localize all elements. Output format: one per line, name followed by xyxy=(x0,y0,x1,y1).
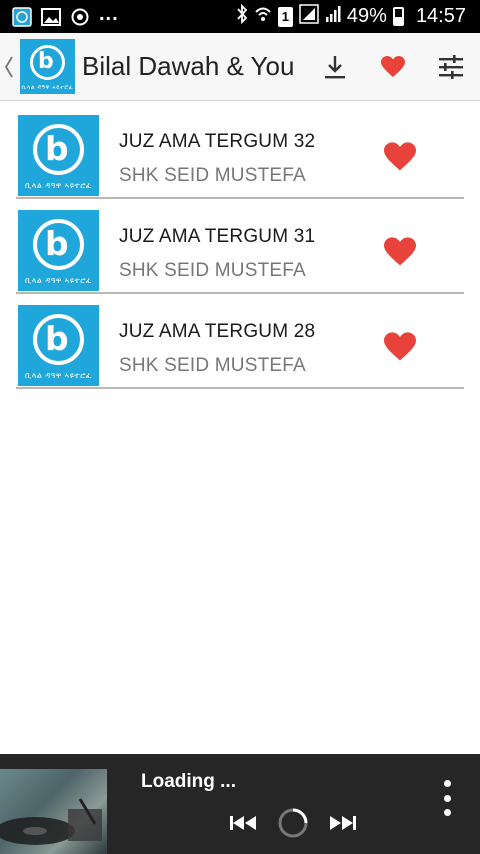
favorite-heart-icon[interactable] xyxy=(378,232,422,272)
track-row[interactable]: b ቢላል ዳዓዋ ኣዩተሮፈ JUZ AMA TERGUM 31 SHK SE… xyxy=(0,196,480,294)
previous-icon xyxy=(230,816,256,830)
app-bar: b ቢላል ዳዓዋ ኣዩተሮፈ Bilal Dawah & You xyxy=(0,33,480,101)
more-icon[interactable] xyxy=(432,780,462,816)
track-artist: SHK SEID MUSTEFA xyxy=(119,165,306,186)
download-icon xyxy=(325,55,345,78)
track-row[interactable]: b ቢላል ዳዓዋ ኣዩተሮፈ JUZ AMA TERGUM 28 SHK SE… xyxy=(0,291,480,389)
track-artist: SHK SEID MUSTEFA xyxy=(119,260,306,281)
track-title: JUZ AMA TERGUM 31 xyxy=(119,226,316,247)
player-status: Loading ... xyxy=(141,771,236,792)
battery-icon xyxy=(392,7,404,26)
track-artist: SHK SEID MUSTEFA xyxy=(119,355,306,376)
track-thumbnail: b ቢላል ዳዓዋ ኣዩተሮፈ xyxy=(18,115,99,196)
favorite-heart-icon[interactable] xyxy=(378,327,422,367)
app-notification-icon xyxy=(12,6,32,27)
track-row[interactable]: b ቢላል ዳዓዋ ኣዩተሮፈ JUZ AMA TERGUM 32 SHK SE… xyxy=(0,101,480,199)
sim-icon: 1 xyxy=(277,6,293,27)
favorite-heart-icon[interactable] xyxy=(378,137,422,177)
bluetooth-icon xyxy=(236,3,248,30)
battery-percent: 49% xyxy=(346,5,387,27)
app-title: Bilal Dawah & You xyxy=(82,51,295,81)
favorites-button[interactable] xyxy=(364,33,422,101)
track-list: b ቢላል ዳዓዋ ኣዩተሮፈ JUZ AMA TERGUM 32 SHK SE… xyxy=(0,101,480,389)
download-button[interactable] xyxy=(306,33,364,101)
status-bar: ... 1 49% 14:57 xyxy=(0,0,480,33)
sync-icon xyxy=(70,7,90,27)
next-button[interactable] xyxy=(328,806,358,840)
signal-lte-icon xyxy=(299,3,319,30)
next-icon xyxy=(330,816,356,830)
track-title: JUZ AMA TERGUM 32 xyxy=(119,131,316,152)
clock: 14:57 xyxy=(415,5,466,27)
track-thumbnail: b ቢላል ዳዓዋ ኣዩተሮፈ xyxy=(18,305,99,386)
track-thumbnail: b ቢላል ዳዓዋ ኣዩተሮፈ xyxy=(18,210,99,291)
loading-spinner xyxy=(275,806,311,840)
settings-button[interactable] xyxy=(422,33,480,101)
album-art[interactable] xyxy=(0,769,107,854)
row-divider xyxy=(16,387,464,389)
notification-overflow: ... xyxy=(99,2,119,25)
heart-icon xyxy=(381,55,405,77)
back-chevron-icon[interactable] xyxy=(0,33,18,101)
app-logo: b ቢላል ዳዓዋ ኣዩተሮፈ xyxy=(20,39,75,94)
mini-player: Loading ... xyxy=(0,754,480,854)
signal-icon xyxy=(325,4,341,30)
wifi-icon xyxy=(254,4,272,30)
previous-button[interactable] xyxy=(228,806,258,840)
image-icon xyxy=(41,7,61,27)
track-title: JUZ AMA TERGUM 28 xyxy=(119,321,316,342)
equalizer-icon xyxy=(439,54,463,79)
